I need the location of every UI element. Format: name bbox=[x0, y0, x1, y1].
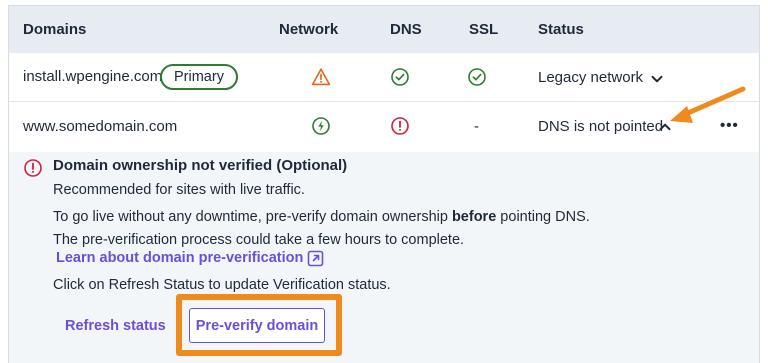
description-emphasis: before bbox=[451, 209, 497, 225]
error-circle-icon[interactable] bbox=[390, 116, 410, 136]
panel-title: Domain ownership not verified (Optional) bbox=[53, 157, 348, 174]
check-circle-icon[interactable] bbox=[467, 67, 487, 87]
table-header: Domains Network DNS SSL Status bbox=[9, 6, 759, 53]
warning-triangle-icon[interactable] bbox=[311, 67, 331, 87]
learn-more-label: Learn about domain pre-verification bbox=[56, 250, 304, 266]
header-network: Network bbox=[279, 21, 339, 38]
lightning-circle-icon[interactable] bbox=[311, 116, 331, 136]
header-status: Status bbox=[538, 21, 584, 38]
table-row: www.somedomain.com - DNS is not pointed … bbox=[9, 102, 759, 152]
header-domains: Domains bbox=[23, 21, 87, 38]
panel-subtitle: Recommended for sites with live traffic. bbox=[53, 182, 305, 198]
domain-name[interactable]: www.somedomain.com bbox=[23, 118, 177, 135]
external-link-icon[interactable] bbox=[307, 250, 324, 267]
pre-verify-domain-button[interactable]: Pre-verify domain bbox=[189, 308, 325, 343]
error-circle-icon bbox=[23, 158, 43, 178]
primary-badge: Primary bbox=[160, 64, 238, 90]
refresh-instruction: Click on Refresh Status to update Verifi… bbox=[53, 277, 391, 293]
annotation-arrow-icon bbox=[670, 86, 746, 123]
domain-name[interactable]: install.wpengine.com bbox=[23, 68, 162, 85]
check-circle-icon[interactable] bbox=[390, 67, 410, 87]
description-text: pointing DNS. bbox=[496, 209, 590, 225]
chevron-down-icon[interactable] bbox=[651, 73, 663, 85]
status-text[interactable]: Legacy network bbox=[538, 69, 643, 86]
header-ssl: SSL bbox=[469, 21, 499, 38]
description-text: To go live without any downtime, pre-ver… bbox=[53, 209, 452, 225]
status-text[interactable]: DNS is not pointed bbox=[538, 118, 663, 135]
table-row: install.wpengine.com Primary Legacy netw… bbox=[9, 53, 759, 102]
panel-description: To go live without any downtime, pre-ver… bbox=[53, 209, 590, 225]
learn-more-link[interactable]: Learn about domain pre-verification bbox=[56, 250, 303, 266]
panel-note: The pre-verification process could take … bbox=[53, 232, 465, 248]
ssl-value: - bbox=[474, 118, 479, 135]
refresh-status-button[interactable]: Refresh status bbox=[65, 318, 166, 334]
header-dns: DNS bbox=[390, 21, 422, 38]
